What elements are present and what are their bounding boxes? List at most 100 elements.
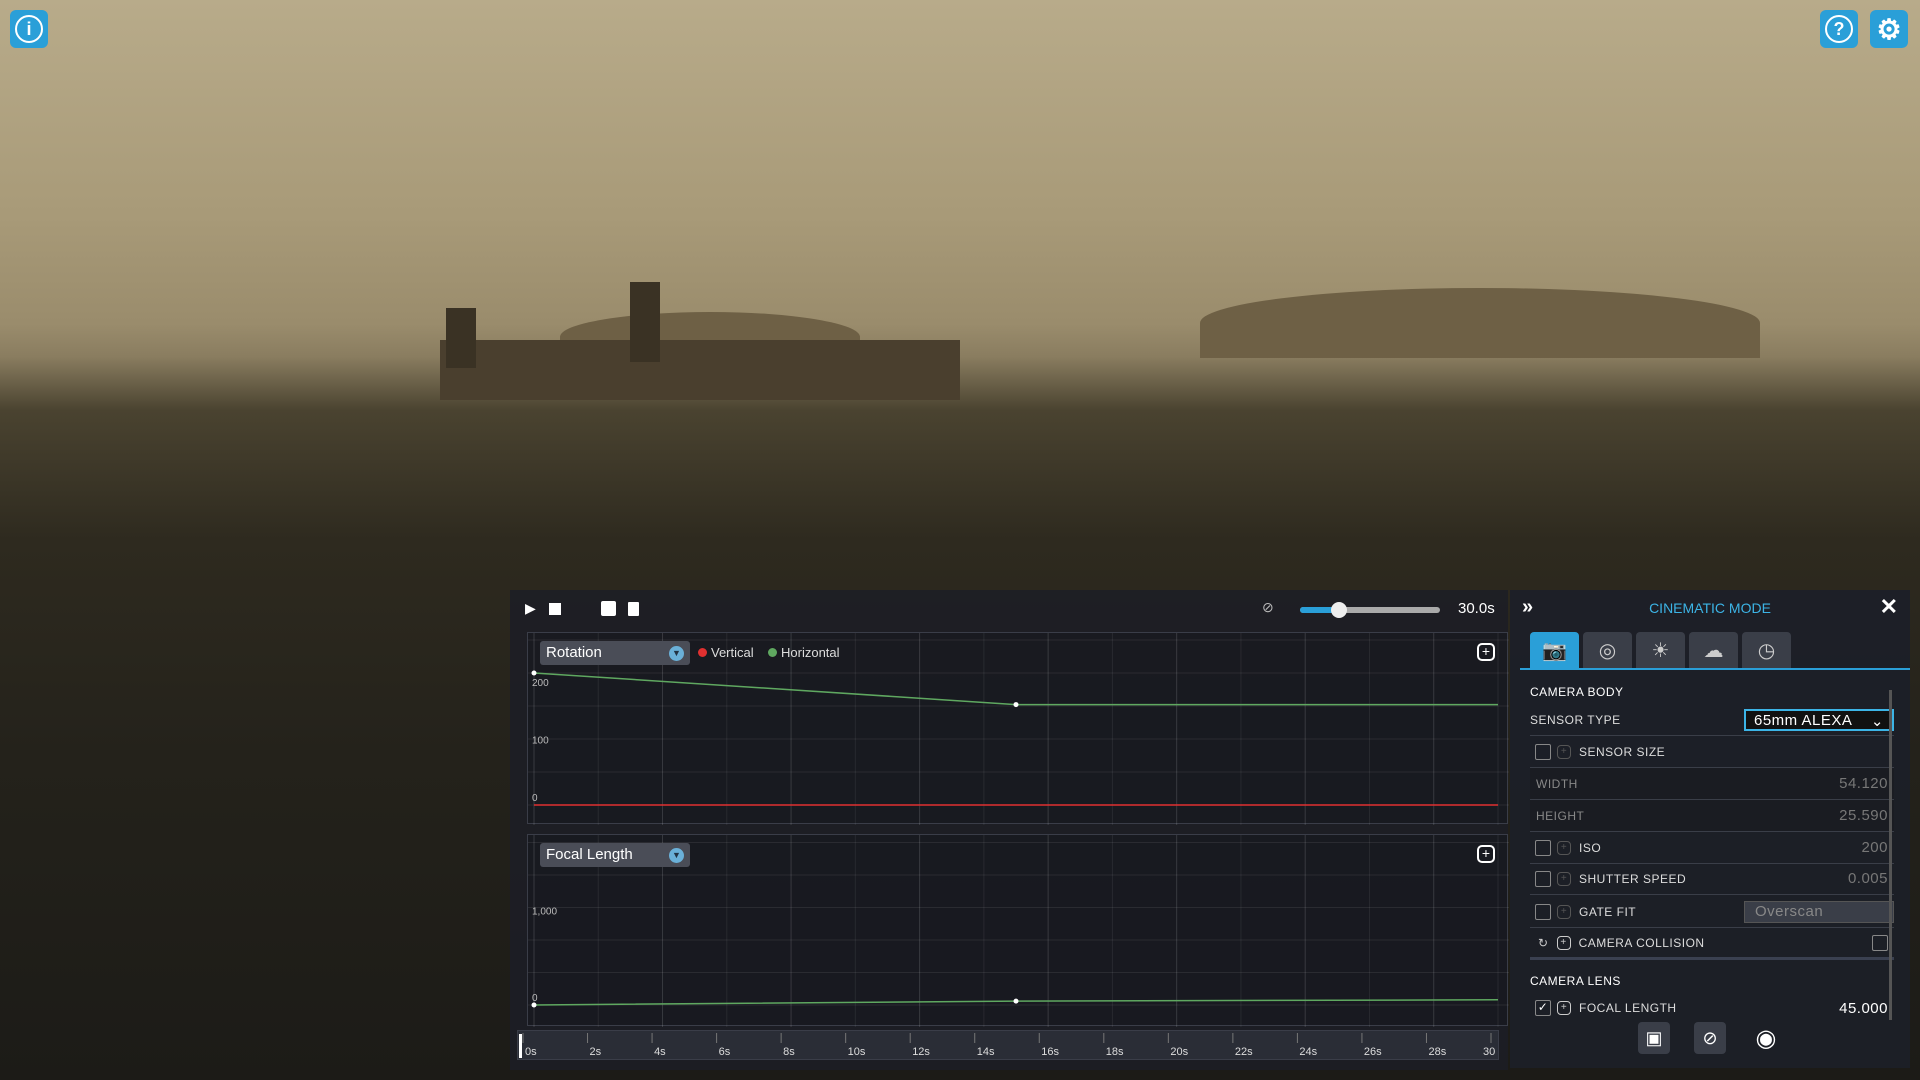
info-button[interactable]: i [10, 10, 48, 48]
y-tick-label: 1,000 [532, 906, 557, 917]
screenshot-button[interactable]: ▣ [1638, 1022, 1670, 1054]
time-tick-label: 30 [1483, 1046, 1495, 1058]
camera-lens-heading: CAMERA LENS [1530, 974, 1621, 988]
record-icon: ◉ [1755, 1024, 1777, 1052]
exposure-icon: ☀ [1651, 639, 1670, 662]
series-line [533, 672, 1498, 706]
time-tick-label: 10s [848, 1046, 866, 1058]
iso-value[interactable]: 200 [1861, 839, 1888, 856]
legend-vertical: Vertical [698, 645, 754, 660]
time-tick-label: 24s [1299, 1046, 1317, 1058]
keyframe-icon: + [1557, 744, 1571, 759]
time-tick-label: 8s [783, 1046, 795, 1058]
sensor-type-dropdown[interactable]: 65mm ALEXA ⌄ [1744, 708, 1894, 731]
image-icon: ▣ [1645, 1027, 1663, 1048]
keyframe-point [1013, 702, 1019, 708]
time-tick-label: 6s [719, 1046, 731, 1058]
aperture-icon: ◎ [1598, 639, 1617, 662]
height-value: 25.590 [1839, 807, 1888, 824]
settings-button[interactable]: ⚙ [1870, 10, 1908, 48]
width-value: 54.120 [1839, 775, 1888, 792]
reset-icon[interactable]: ↻ [1538, 936, 1549, 950]
tab-exposure[interactable]: ☀ [1636, 632, 1685, 668]
eye-off-icon: ⊘ [1702, 1027, 1718, 1048]
rotation-selector[interactable]: Rotation ▼ [540, 641, 690, 665]
focal-length-value[interactable]: 45.000 [1839, 1000, 1888, 1017]
keyframe-icon: + [1557, 840, 1571, 855]
speed-slider[interactable] [1300, 602, 1440, 618]
camera-collision-label: CAMERA COLLISION [1578, 935, 1705, 950]
gear-icon: ⚙ [1876, 13, 1902, 45]
gate-fit-label: GATE FIT [1579, 904, 1637, 919]
shutter-label: SHUTTER SPEED [1579, 871, 1687, 886]
time-tick-label: 12s [912, 1046, 930, 1058]
sensor-size-label: SENSOR SIZE [1579, 744, 1666, 759]
save-button[interactable] [601, 601, 616, 616]
iso-label: ISO [1579, 840, 1602, 855]
y-tick-label: 0 [532, 993, 538, 1004]
focal-length-label: FOCAL LENGTH [1579, 1001, 1677, 1015]
gate-fit-checkbox[interactable] [1535, 903, 1551, 920]
rotation-graph[interactable]: 0 100 200 Rotation ▼ Vertical Horizontal + [527, 632, 1509, 825]
time-tick-label: 14s [977, 1046, 995, 1058]
delete-button[interactable] [628, 602, 639, 616]
playhead [519, 1034, 522, 1058]
legend-horizontal: Horizontal [768, 645, 840, 660]
focal-length-checkbox[interactable]: ✓ [1535, 1000, 1551, 1016]
shutter-checkbox[interactable] [1535, 870, 1551, 887]
tab-weather[interactable]: ☁ [1689, 632, 1738, 668]
time-tick-label: 26s [1364, 1046, 1382, 1058]
clock-icon: ◷ [1757, 639, 1776, 662]
dropdown-icon: ▼ [669, 848, 684, 863]
scrollbar[interactable] [1889, 690, 1892, 1020]
play-button[interactable]: ▶ [525, 600, 536, 617]
keyframe-icon: + [1557, 1001, 1571, 1015]
focal-length-graph[interactable]: 0 1,000 Focal Length ▼ + [527, 834, 1509, 1027]
keyframe-point [1013, 998, 1019, 1004]
tab-aperture[interactable]: ◎ [1583, 632, 1632, 668]
keyframe-icon: + [1557, 871, 1571, 886]
width-label: WIDTH [1536, 776, 1578, 791]
info-icon: i [15, 15, 43, 43]
hide-icon[interactable]: ⊘ [1262, 599, 1274, 616]
time-tick-label: 16s [1041, 1046, 1059, 1058]
keyframe-icon: + [1556, 935, 1571, 950]
focal-length-selector[interactable]: Focal Length ▼ [540, 843, 690, 867]
sensor-size-checkbox[interactable] [1535, 743, 1551, 760]
time-tick-label: 22s [1235, 1046, 1253, 1058]
dropdown-icon: ▼ [669, 646, 684, 661]
sensor-type-label: SENSOR TYPE [1530, 712, 1621, 727]
keyframe-icon: + [1557, 904, 1571, 919]
time-scrubber[interactable]: 0s 2s 4s 6s 8s 10s 12s 14s 16s 18s 20s 22s 24s 26s 28s… [517, 1030, 1499, 1060]
height-label: HEIGHT [1536, 808, 1585, 823]
add-keyframe-icon[interactable]: + [1477, 643, 1495, 661]
tab-camera[interactable]: 📷 [1530, 632, 1579, 668]
camera-icon: 📷 [1542, 639, 1567, 662]
shutter-value[interactable]: 0.005 [1848, 870, 1888, 887]
camera-body-heading: CAMERA BODY [1530, 685, 1624, 699]
add-keyframe-icon[interactable]: + [1477, 845, 1495, 863]
time-tick-label: 0s [525, 1046, 537, 1058]
keyframe-point [531, 670, 537, 676]
hide-ui-button[interactable]: ⊘ [1694, 1022, 1726, 1054]
close-icon[interactable]: ✕ [1880, 594, 1898, 620]
help-button[interactable]: ? [1820, 10, 1858, 48]
cinematic-mode-panel: » CINEMATIC MODE ✕ 📷 ◎ ☀ ☁ ◷ CAMERA BODY… [1510, 590, 1910, 1068]
duration-label: 30.0s [1458, 600, 1495, 617]
time-tick-label: 20s [1170, 1046, 1188, 1058]
cloud-icon: ☁ [1703, 639, 1724, 662]
time-tick-label: 28s [1428, 1046, 1446, 1058]
stop-button[interactable] [549, 603, 561, 615]
time-tick-label: 4s [654, 1046, 666, 1058]
iso-checkbox[interactable] [1535, 839, 1551, 856]
gate-fit-dropdown[interactable]: Overscan [1744, 900, 1894, 923]
keyframe-point [531, 1002, 537, 1008]
panel-title: CINEMATIC MODE [1649, 600, 1771, 616]
tab-time[interactable]: ◷ [1742, 632, 1791, 668]
y-tick-label: 200 [532, 678, 549, 689]
time-tick-label: 2s [590, 1046, 602, 1058]
camera-collision-checkbox[interactable] [1872, 934, 1888, 951]
y-tick-label: 0 [532, 793, 538, 804]
record-button[interactable]: ◉ [1750, 1022, 1782, 1054]
help-icon: ? [1825, 15, 1853, 43]
